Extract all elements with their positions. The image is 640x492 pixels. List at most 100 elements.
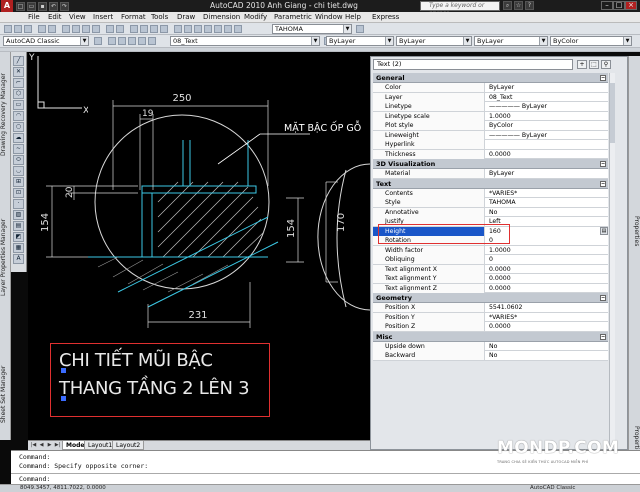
zoom-window-icon[interactable]: [150, 25, 158, 33]
subscription-icon[interactable]: ☆: [514, 1, 523, 10]
property-row-text-alignment-z[interactable]: Text alignment Z 0.0000: [373, 283, 608, 293]
property-row-plot-style[interactable]: Plot style ByColor: [373, 121, 608, 131]
new-icon[interactable]: [4, 25, 12, 33]
search-icon[interactable]: ⌕: [503, 1, 512, 10]
property-row-lineweight[interactable]: Lineweight ————— ByLayer: [373, 130, 608, 140]
last-tab-icon[interactable]: ▶|: [54, 442, 61, 449]
property-row-position-x[interactable]: Position X 5541.0602: [373, 303, 608, 313]
layer-state-icon[interactable]: [118, 37, 126, 45]
menu-format[interactable]: Format: [121, 13, 146, 21]
paste-icon[interactable]: [82, 25, 90, 33]
collapse-icon[interactable]: −: [600, 295, 606, 301]
section-3d-visualization[interactable]: 3D Visualization −: [373, 159, 608, 169]
title-text-line2[interactable]: THANG TẦNG 2 LÊN 3: [59, 378, 250, 399]
property-value[interactable]: 0.0000: [485, 322, 608, 331]
design-center-icon[interactable]: [184, 25, 192, 33]
zoom-previous-icon[interactable]: [160, 25, 168, 33]
property-row-layer[interactable]: Layer 08_Text: [373, 92, 608, 102]
selection-combo[interactable]: Text (2): [373, 59, 573, 70]
property-value[interactable]: 0.0000: [485, 265, 608, 274]
menu-tools[interactable]: Tools: [151, 13, 168, 21]
text-grip-1[interactable]: [61, 368, 66, 373]
property-row-backward[interactable]: Backward No: [373, 351, 608, 361]
section-general[interactable]: General −: [373, 73, 608, 83]
text-style-icon[interactable]: [356, 25, 364, 33]
arc-icon[interactable]: ◠: [13, 111, 24, 121]
menu-dimension[interactable]: Dimension: [203, 13, 240, 21]
menu-draw[interactable]: Draw: [177, 13, 195, 21]
save-icon[interactable]: ▪: [38, 2, 47, 11]
properties-icon[interactable]: [174, 25, 182, 33]
markup-icon[interactable]: [214, 25, 222, 33]
spline-icon[interactable]: ~: [13, 144, 24, 154]
plot-icon[interactable]: [38, 25, 46, 33]
redo-icon[interactable]: ↷: [60, 2, 69, 11]
property-value[interactable]: 08_Text: [485, 93, 608, 102]
property-value[interactable]: No: [485, 342, 608, 351]
menu-view[interactable]: View: [69, 13, 86, 21]
workspace-switch[interactable]: AutoCAD Classic: [530, 485, 575, 491]
linetype-combo[interactable]: ByLayer ▼: [396, 36, 472, 46]
menu-modify[interactable]: Modify: [244, 13, 267, 21]
menu-express[interactable]: Express: [372, 13, 399, 21]
next-tab-icon[interactable]: ▶: [46, 442, 53, 449]
property-value[interactable]: 0.0000: [485, 150, 608, 159]
plot-style-combo[interactable]: ByColor ▼: [550, 36, 632, 46]
property-value[interactable]: 1.0000: [485, 246, 608, 255]
layer-on-icon[interactable]: [128, 37, 136, 45]
command-input[interactable]: Command:: [19, 475, 50, 483]
construction-line-icon[interactable]: ✕: [13, 67, 24, 77]
layer-freeze-icon[interactable]: [138, 37, 146, 45]
property-value[interactable]: *VARIES*: [485, 189, 608, 198]
property-value[interactable]: [485, 140, 608, 149]
chevron-down-icon[interactable]: ▼: [343, 25, 351, 33]
search-input[interactable]: Type a keyword or phrase: [420, 1, 500, 17]
property-value[interactable]: 5541.0602: [485, 303, 608, 312]
chevron-down-icon[interactable]: ▼: [623, 37, 631, 45]
chevron-down-icon[interactable]: ▼: [80, 37, 88, 45]
sheet-set-icon[interactable]: [204, 25, 212, 33]
property-value[interactable]: ByLayer: [485, 169, 608, 178]
gradient-icon[interactable]: ▤: [13, 221, 24, 231]
hatch-icon[interactable]: ▨: [13, 210, 24, 220]
circle-icon[interactable]: ○: [13, 122, 24, 132]
revision-cloud-icon[interactable]: ☁: [13, 133, 24, 143]
zoom-realtime-icon[interactable]: [140, 25, 148, 33]
copy-icon[interactable]: [72, 25, 80, 33]
chevron-down-icon[interactable]: ▼: [311, 37, 319, 45]
polygon-icon[interactable]: ⬡: [13, 89, 24, 99]
property-row-position-y[interactable]: Position Y *VARIES*: [373, 312, 608, 322]
scroll-thumb[interactable]: [610, 83, 615, 143]
layer-lock-icon[interactable]: [148, 37, 156, 45]
tab-sheet-set[interactable]: Sheet Set Manager: [0, 352, 11, 436]
open-icon[interactable]: ▭: [27, 2, 36, 11]
menu-insert[interactable]: Insert: [93, 13, 113, 21]
rectangle-icon[interactable]: ▭: [13, 100, 24, 110]
property-row-text-alignment-y[interactable]: Text alignment Y 0.0000: [373, 274, 608, 284]
polyline-icon[interactable]: ⌐: [13, 78, 24, 88]
tab-drawing-recovery[interactable]: Drawing Recovery Manager: [0, 60, 11, 170]
section-geometry[interactable]: Geometry −: [373, 293, 608, 303]
region-icon[interactable]: ◩: [13, 232, 24, 242]
property-row-style[interactable]: Style TAHOMA: [373, 198, 608, 208]
property-row-upside-down[interactable]: Upside down No: [373, 341, 608, 351]
workspace-settings-icon[interactable]: [94, 37, 102, 45]
property-value[interactable]: 0.0000: [485, 284, 608, 293]
section-text[interactable]: Text −: [373, 178, 608, 189]
workspace-combo[interactable]: AutoCAD Classic ▼: [3, 36, 89, 46]
table-icon[interactable]: ▦: [13, 243, 24, 253]
property-row-position-z[interactable]: Position Z 0.0000: [373, 322, 608, 332]
insert-block-icon[interactable]: ⊞: [13, 177, 24, 187]
lineweight-combo[interactable]: ByLayer ▼: [474, 36, 548, 46]
menu-file[interactable]: File: [28, 13, 40, 21]
save-icon[interactable]: [24, 25, 32, 33]
tab-properties-bottom[interactable]: Properties: [630, 426, 640, 456]
chevron-down-icon[interactable]: ▼: [385, 37, 393, 45]
multiline-text-icon[interactable]: A: [13, 254, 24, 264]
property-value[interactable]: ————— ByLayer: [485, 102, 608, 111]
chevron-down-icon[interactable]: ▼: [539, 37, 547, 45]
property-value[interactable]: 0.0000: [485, 274, 608, 283]
property-row-contents[interactable]: Contents *VARIES*: [373, 188, 608, 198]
select-objects-icon[interactable]: ⬚: [589, 60, 599, 69]
close-button[interactable]: ×: [625, 1, 637, 10]
